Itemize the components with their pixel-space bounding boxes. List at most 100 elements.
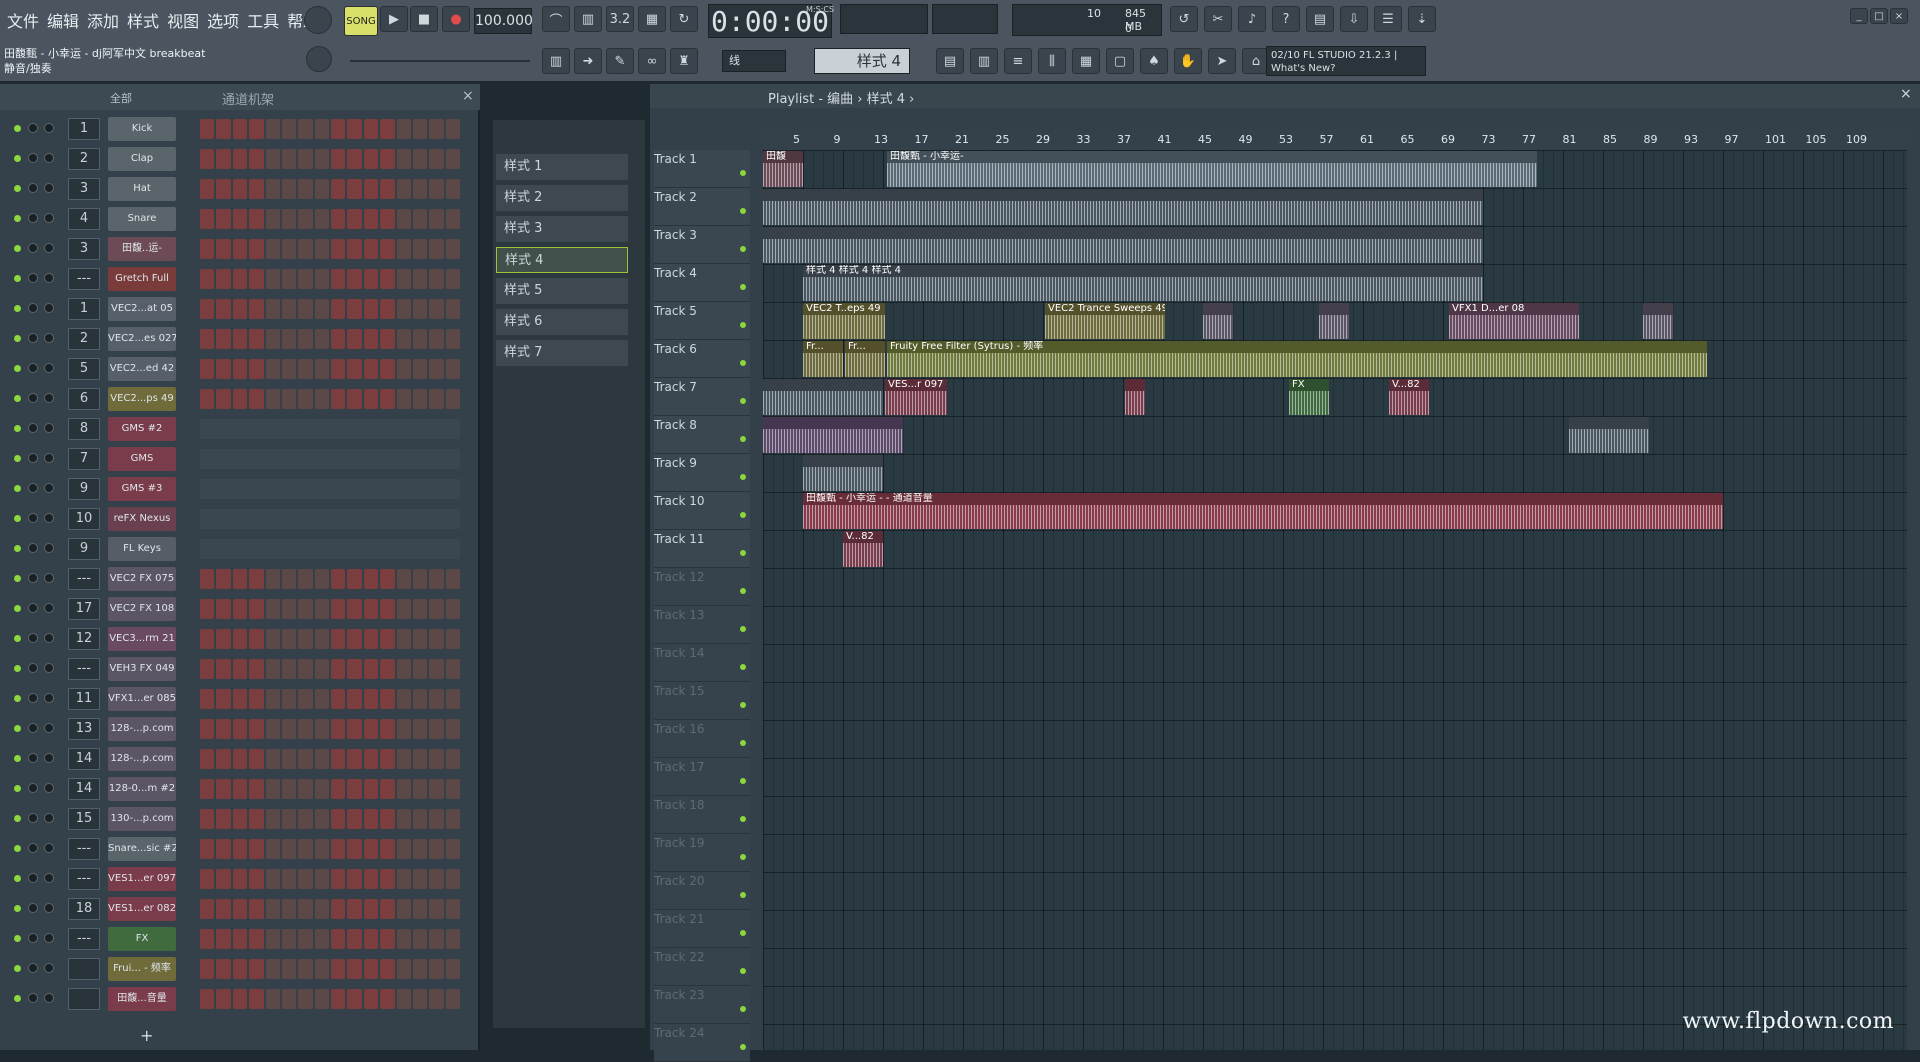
step-button[interactable] xyxy=(315,779,329,799)
channel-volume-knob[interactable] xyxy=(44,813,54,823)
step-button[interactable] xyxy=(200,599,214,619)
channel-mixer-track[interactable]: 5 xyxy=(68,358,100,380)
channel-name-button[interactable]: Snare xyxy=(108,207,176,231)
step-button[interactable] xyxy=(266,839,280,859)
step-button[interactable] xyxy=(249,269,263,289)
channel-volume-knob[interactable] xyxy=(44,513,54,523)
step-button[interactable] xyxy=(331,269,345,289)
step-button[interactable] xyxy=(446,989,460,1009)
channel-led[interactable] xyxy=(14,455,21,462)
step-button[interactable] xyxy=(282,209,296,229)
channel-mixer-track[interactable]: 11 xyxy=(68,688,100,710)
channel-volume-knob[interactable] xyxy=(44,303,54,313)
step-button[interactable] xyxy=(364,329,378,349)
step-button[interactable] xyxy=(315,629,329,649)
step-button[interactable] xyxy=(364,989,378,1009)
channel-name-button[interactable]: VES1...er 082 xyxy=(108,897,176,921)
track-mute-led[interactable] xyxy=(740,1044,746,1050)
step-button[interactable] xyxy=(331,719,345,739)
step-button[interactable] xyxy=(233,719,247,739)
channel-row[interactable]: ---Snare...sic #2 xyxy=(0,834,470,864)
channel-volume-knob[interactable] xyxy=(44,453,54,463)
step-button[interactable] xyxy=(298,299,312,319)
step-button[interactable] xyxy=(266,959,280,979)
channel-row[interactable]: ---VES1...er 097 xyxy=(0,864,470,894)
channel-mixer-track[interactable]: 17 xyxy=(68,598,100,620)
channel-volume-knob[interactable] xyxy=(44,183,54,193)
track-header[interactable]: Track 24 xyxy=(654,1024,750,1062)
track-mute-led[interactable] xyxy=(740,626,746,632)
channel-pan-knob[interactable] xyxy=(28,663,38,673)
step-button[interactable] xyxy=(413,299,427,319)
step-button[interactable] xyxy=(315,359,329,379)
pattern-item[interactable]: 样式 7 xyxy=(496,340,628,366)
step-button[interactable] xyxy=(347,959,361,979)
step-button[interactable] xyxy=(380,899,394,919)
channel-row[interactable]: 9GMS #3 xyxy=(0,474,470,504)
channel-pan-knob[interactable] xyxy=(28,573,38,583)
channel-name-button[interactable]: FL Keys xyxy=(108,537,176,561)
step-button[interactable] xyxy=(413,929,427,949)
step-button[interactable] xyxy=(380,749,394,769)
step-button[interactable] xyxy=(364,959,378,979)
channel-mixer-track[interactable]: 14 xyxy=(68,778,100,800)
minimize-button[interactable]: _ xyxy=(1850,8,1868,24)
step-button[interactable] xyxy=(331,119,345,139)
track-mute-led[interactable] xyxy=(740,284,746,290)
channel-pan-knob[interactable] xyxy=(28,213,38,223)
tempo-tapper-button[interactable]: ♠ xyxy=(1140,48,1168,74)
step-button[interactable] xyxy=(200,749,214,769)
step-button[interactable] xyxy=(233,929,247,949)
channel-volume-knob[interactable] xyxy=(44,603,54,613)
step-button[interactable] xyxy=(315,869,329,889)
track-mute-led[interactable] xyxy=(740,968,746,974)
channel-pan-knob[interactable] xyxy=(28,243,38,253)
channel-led[interactable] xyxy=(14,965,21,972)
step-button[interactable] xyxy=(331,209,345,229)
step-button[interactable] xyxy=(233,179,247,199)
channel-volume-knob[interactable] xyxy=(44,963,54,973)
step-button[interactable] xyxy=(200,899,214,919)
channel-filter[interactable]: 全部 xyxy=(110,90,132,106)
step-button[interactable] xyxy=(315,839,329,859)
channel-name-button[interactable]: Kick xyxy=(108,117,176,141)
channel-led[interactable] xyxy=(14,395,21,402)
menu-item[interactable]: 选项 xyxy=(206,8,240,32)
channel-mixer-track[interactable] xyxy=(68,988,100,1010)
step-sequencer[interactable] xyxy=(200,569,460,589)
menu-item[interactable]: 文件 xyxy=(6,8,40,32)
step-button[interactable] xyxy=(347,629,361,649)
step-button[interactable] xyxy=(446,359,460,379)
channel-pan-knob[interactable] xyxy=(28,393,38,403)
step-button[interactable] xyxy=(331,599,345,619)
step-button[interactable] xyxy=(364,839,378,859)
channel-name-button[interactable]: 128-...p.com xyxy=(108,747,176,771)
step-button[interactable] xyxy=(282,239,296,259)
step-button[interactable] xyxy=(298,929,312,949)
step-button[interactable] xyxy=(266,269,280,289)
step-button[interactable] xyxy=(298,239,312,259)
step-button[interactable] xyxy=(216,389,230,409)
macros-button[interactable]: ➤ xyxy=(1208,48,1236,74)
step-button[interactable] xyxy=(446,839,460,859)
playlist-clip[interactable] xyxy=(1125,379,1145,415)
step-button[interactable] xyxy=(233,119,247,139)
step-button[interactable] xyxy=(200,809,214,829)
step-button[interactable] xyxy=(233,749,247,769)
step-button[interactable] xyxy=(413,659,427,679)
step-button[interactable] xyxy=(331,779,345,799)
step-button[interactable] xyxy=(266,359,280,379)
step-button[interactable] xyxy=(397,389,411,409)
step-sequencer[interactable] xyxy=(200,389,460,409)
step-button[interactable] xyxy=(446,209,460,229)
step-button[interactable] xyxy=(249,119,263,139)
step-button[interactable] xyxy=(380,359,394,379)
browser-window-button[interactable]: ▦ xyxy=(1072,48,1100,74)
channel-volume-knob[interactable] xyxy=(44,363,54,373)
step-button[interactable] xyxy=(364,209,378,229)
channel-row[interactable]: 6VEC2...ps 49 xyxy=(0,384,470,414)
channel-volume-knob[interactable] xyxy=(44,903,54,913)
step-button[interactable] xyxy=(315,299,329,319)
step-button[interactable] xyxy=(216,119,230,139)
arrow-tool-button[interactable]: ➜ xyxy=(574,48,602,74)
